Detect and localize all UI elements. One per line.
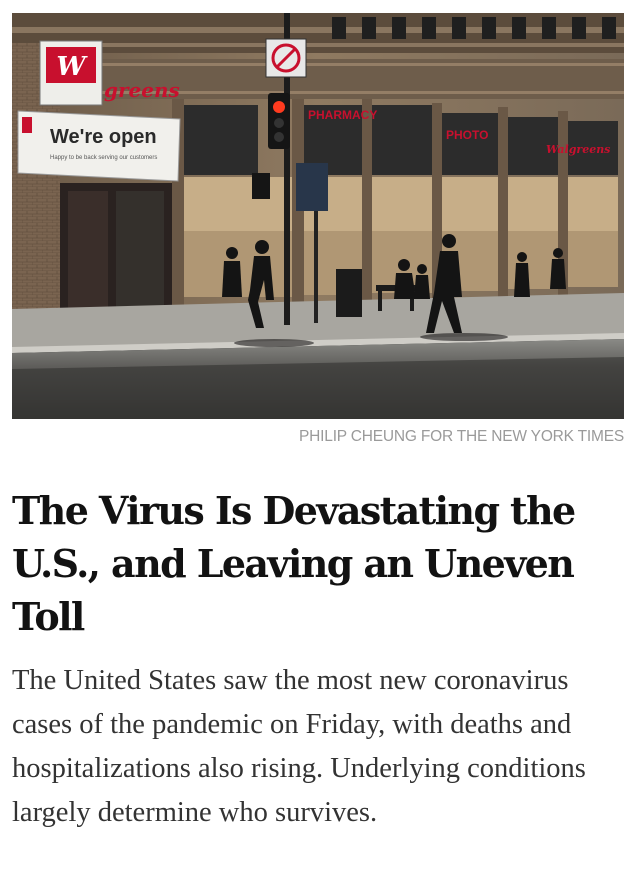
store-logo-letter: W [56,52,88,82]
walgreens-script-sign: Walgreens [546,143,610,156]
pharmacy-sign: PHARMACY [308,108,377,122]
article-summary: The United States saw the most new coron… [12,665,586,828]
article-photo[interactable]: W greens We're open Happy to be back ser… [12,13,624,419]
banner-sub-text: Happy to be back serving our customers [50,155,157,161]
street-scene-illustration: W greens We're open Happy to be back ser… [12,13,624,419]
photo-credit: PHILIP CHEUNG FOR THE NEW YORK TIMES [299,428,624,445]
banner-main-text: We're open [50,126,157,148]
photo-sign: PHOTO [446,128,488,142]
article-headline[interactable]: The Virus Is Devastating the U.S., and L… [12,484,612,643]
store-name-sign: greens [104,78,180,102]
